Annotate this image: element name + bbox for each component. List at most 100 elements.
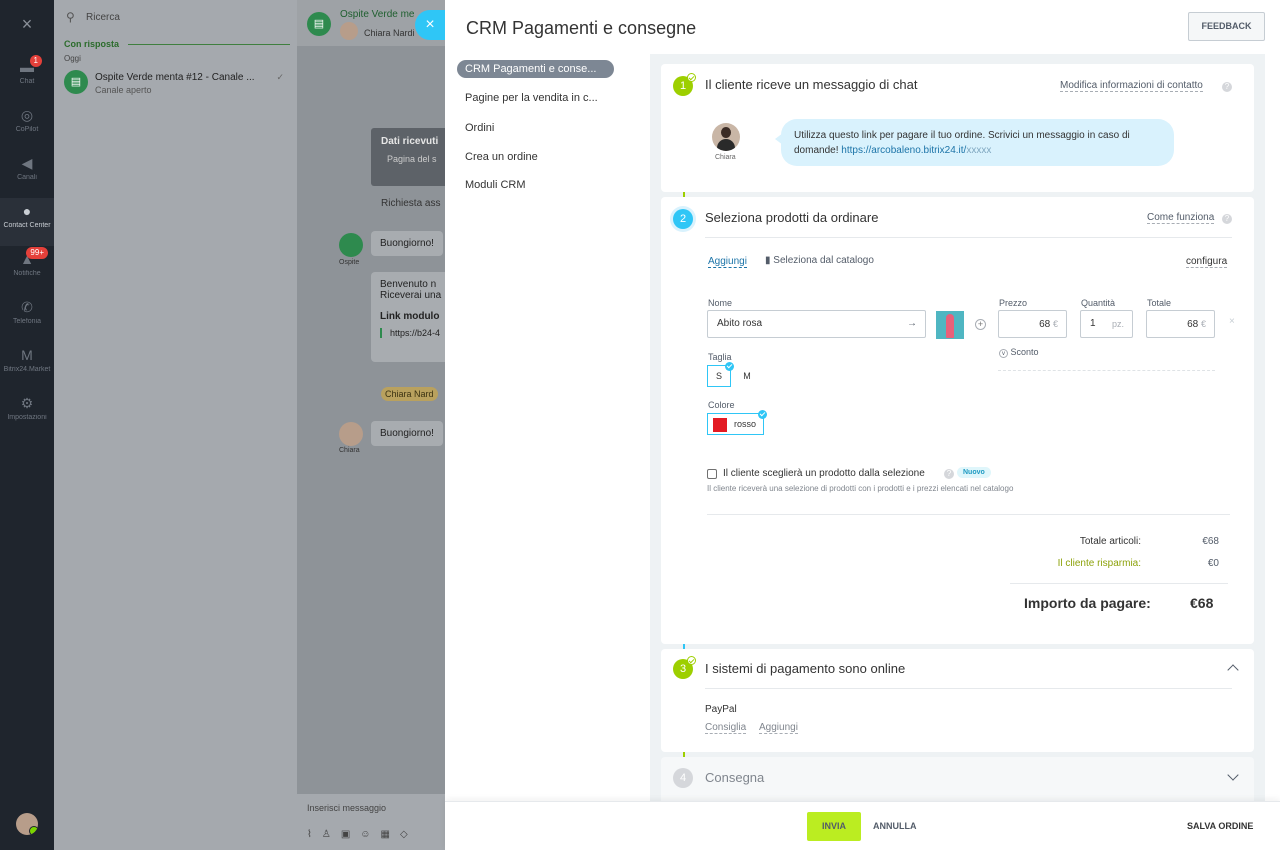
total-input[interactable]: 68 € [1146,310,1215,338]
add-product-link[interactable]: Aggiungi [708,256,747,268]
new-badge: Nuovo [957,467,991,478]
help-icon[interactable]: ? [944,469,954,479]
message-bubble: Buongiorno! [371,421,443,446]
step-card-payment-systems: 3 I sistemi di pagamento sono online Pay… [661,649,1254,752]
check-icon [687,656,696,665]
phone-icon: ✆ [21,299,33,315]
size-option-s[interactable]: S [707,362,734,387]
search-input[interactable]: Ricerca [86,12,120,23]
chevron-down-icon: v [999,349,1008,358]
payment-system-paypal: PayPal [705,704,737,715]
how-it-works-link[interactable]: Come funziona [1147,212,1215,224]
operator-tag: Chiara Nard [381,387,438,401]
menu-item-crm-forms[interactable]: Moduli CRM [457,176,614,194]
composer-tools[interactable]: ⌇♙▣☺▦◇ [307,829,418,840]
notifications-badge: 99+ [26,247,48,259]
chat-message-preview: Utilizza questo link per pagare il tuo o… [775,119,1174,166]
nav-item-notifiche[interactable]: ▲ Notifiche 99+ [0,246,54,294]
crm-slider-panel: CRM Pagamenti e consegne FEEDBACK CRM Pa… [445,0,1280,850]
read-check-icon: ✓ [276,72,284,82]
slider-close-button[interactable]: × [415,10,445,40]
arrow-right-icon: → [907,318,917,329]
product-name-input[interactable]: Abito rosa → [707,310,926,338]
chevron-down-icon[interactable] [1227,769,1239,781]
chat-area: ▤ Ospite Verde me Chiara Nardi Dati rice… [297,0,445,850]
page-title: CRM Pagamenti e consegne [466,18,697,38]
openline-chat-icon: ▤ [64,70,88,94]
close-icon[interactable]: × [17,14,37,34]
seller-avatar [712,123,740,151]
nav-item-impostazioni[interactable]: ⚙ Impostazioni [0,390,54,438]
send-button[interactable]: INVIA [807,812,861,841]
menu-item-orders[interactable]: Ordini [457,119,614,137]
color-option-red[interactable]: rosso [707,410,767,435]
system-message: Dati ricevuti Pagina del s [371,128,445,186]
nav-item-contact-center[interactable]: ● Contact Center [0,198,54,246]
operator-avatar [340,22,358,40]
step-number: 4 [673,768,693,788]
check-icon [687,73,696,82]
menu-item-crm-payments[interactable]: CRM Pagamenti e conse... [457,60,614,78]
nav-item-telefonia[interactable]: ✆ Telefonia [0,294,54,342]
divider [705,237,1232,238]
market-icon: M [21,347,33,363]
add-payment-link[interactable]: Aggiungi [759,722,798,734]
slider-footer: INVIA ANNULLA SALVA ORDINE [445,801,1280,850]
check-icon [758,410,767,419]
steps-container: 1 Il cliente riceve un messaggio di chat… [650,54,1265,801]
divider [707,514,1230,515]
message-input[interactable]: Inserisci messaggio [307,803,386,813]
quantity-input[interactable]: 1 pz. [1080,310,1133,338]
cancel-button[interactable]: ANNULLA [873,812,917,841]
search-icon: ⚲ [66,10,75,24]
check-icon [725,362,734,371]
feedback-button[interactable]: FEEDBACK [1188,12,1265,41]
guest-avatar [339,233,363,257]
left-navigation: × ▬ Chat 1 ◎ CoPilot ◀ Canali ● Contact … [0,0,54,850]
megaphone-icon: ◀ [21,155,33,171]
step-number: 1 [673,73,696,96]
group-divider [128,44,290,45]
chevron-up-icon[interactable] [1227,664,1239,676]
menu-item-create-order[interactable]: Crea un ordine [457,148,614,166]
nav-item-market[interactable]: M Bitrix24.Market [0,342,54,390]
message-input-bar: Inserisci messaggio ⌇♙▣☺▦◇ [297,794,445,850]
add-image-icon[interactable]: + [975,319,986,330]
openline-chat-icon: ▤ [307,12,331,36]
help-icon[interactable]: ? [1222,82,1232,92]
message-bubble: Buongiorno! [371,231,443,256]
book-icon: ▮ [765,255,771,266]
step-number: 3 [673,656,696,679]
copilot-icon: ◎ [20,107,34,123]
step-card-delivery[interactable]: 4 Consegna [661,757,1254,801]
nav-item-canali[interactable]: ◀ Canali [0,150,54,198]
contact-center-icon: ● [22,203,32,219]
help-icon[interactable]: ? [1222,214,1232,224]
discount-toggle[interactable]: v Sconto [999,347,1039,358]
edit-contact-link[interactable]: Modifica informazioni di contatto [1060,80,1203,92]
save-order-button[interactable]: SALVA ORDINE [1187,812,1253,841]
step-card-chat-message: 1 Il cliente riceve un messaggio di chat… [661,64,1254,192]
remove-product-icon[interactable]: × [1229,316,1235,327]
configure-link[interactable]: configura [1186,256,1228,268]
user-avatar[interactable] [16,813,38,835]
product-image[interactable] [936,311,964,339]
nav-item-copilot[interactable]: ◎ CoPilot [0,102,54,150]
recommend-link[interactable]: Consiglia [705,722,747,734]
group-label: Con risposta [64,39,120,49]
agent-avatar [339,422,363,446]
size-option-m[interactable]: M [735,365,759,387]
divider [998,370,1215,371]
product-selection-checkbox[interactable] [707,469,717,479]
nav-item-chat[interactable]: ▬ Chat 1 [0,54,54,102]
message-bubble: Benvenuto n Riceverai una Link modulo ht… [371,272,445,362]
search-box[interactable]: ⚲ Ricerca [62,6,290,30]
price-input[interactable]: 68 € [998,310,1067,338]
color-swatch [713,418,727,432]
divider [705,688,1232,689]
catalog-button[interactable]: ▮ Seleziona dal catalogo [765,255,874,266]
close-icon: × [425,16,435,33]
menu-item-sales-pages[interactable]: Pagine per la vendita in c... [457,89,614,107]
gear-icon: ⚙ [20,395,34,411]
chat-list-item[interactable]: ▤ Ospite Verde menta #12 - Canale ... Ca… [62,66,290,100]
